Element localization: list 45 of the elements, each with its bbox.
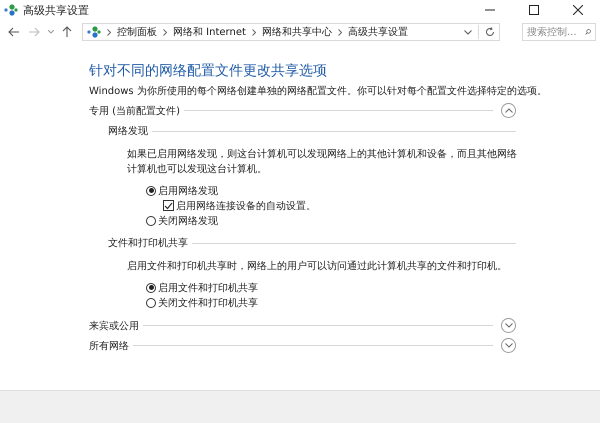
radio-button[interactable] bbox=[146, 298, 156, 308]
page-heading: 针对不同的网络配置文件更改共享选项 bbox=[89, 62, 328, 80]
checkbox[interactable] bbox=[163, 200, 174, 211]
option-label[interactable]: 启用网络发现 bbox=[158, 184, 218, 198]
section-title: 文件和打印机共享 bbox=[108, 236, 188, 250]
expand-button[interactable] bbox=[501, 338, 516, 353]
description-text: Windows 为你所使用的每个网络创建单独的网络配置文件。你可以针对每个配置文件选择特定的选项。 bbox=[89, 84, 547, 98]
network-icon bbox=[87, 26, 101, 38]
expand-button[interactable] bbox=[501, 318, 516, 333]
section-description: 启用文件和打印机共享时，网络上的用户可以访问通过此计算机共享的文件和打印机。 bbox=[127, 260, 508, 274]
refresh-icon[interactable] bbox=[485, 27, 495, 37]
caret-icon[interactable] bbox=[464, 30, 472, 34]
option-label[interactable]: 关闭文件和打印机共享 bbox=[158, 296, 258, 310]
chevron-icon bbox=[504, 108, 512, 113]
chevron-icon bbox=[252, 28, 256, 36]
option-label[interactable]: 启用文件和打印机共享 bbox=[158, 280, 258, 294]
radio-button[interactable] bbox=[146, 282, 156, 292]
radio-button[interactable] bbox=[146, 186, 156, 196]
back-arrow-icon[interactable] bbox=[8, 27, 20, 37]
chevron-icon bbox=[107, 28, 111, 36]
chevron-icon bbox=[338, 28, 342, 36]
breadcrumb-item[interactable]: 控制面板 bbox=[117, 25, 157, 39]
option-label[interactable]: 启用网络连接设备的自动设置。 bbox=[176, 198, 316, 212]
chevron-icon bbox=[504, 323, 512, 328]
up-arrow-icon[interactable] bbox=[62, 26, 72, 38]
chevron-icon bbox=[504, 343, 512, 348]
window-title: 高级共享设置 bbox=[23, 2, 89, 18]
breadcrumb-item[interactable]: 网络和共享中心 bbox=[262, 25, 332, 39]
profile-title: 所有网络 bbox=[89, 340, 129, 352]
close-icon bbox=[573, 5, 583, 15]
breadcrumb-item[interactable]: 高级共享设置 bbox=[348, 25, 408, 39]
network-icon bbox=[4, 4, 18, 16]
address-field[interactable]: 控制面板 网络和 Internet 网络和共享中心 高级共享设置 bbox=[82, 23, 500, 41]
breadcrumb-item[interactable]: 网络和 Internet bbox=[173, 25, 246, 39]
chevron-icon bbox=[163, 28, 167, 36]
section-description: 如果已启用网络发现，则这台计算机可以发现网络上的其他计算机和设备，而且其他网络计算机也可以发现这台计算机。 bbox=[127, 148, 518, 177]
maximize-icon bbox=[529, 5, 539, 15]
profile-title: 专用 (当前配置文件) bbox=[89, 104, 180, 118]
collapse-button[interactable] bbox=[501, 103, 516, 118]
search-icon bbox=[585, 27, 591, 37]
search-field[interactable]: 搜索控制... bbox=[522, 23, 596, 41]
section-title: 网络发现 bbox=[108, 125, 148, 138]
option-label[interactable]: 关闭网络发现 bbox=[158, 214, 218, 228]
radio-button[interactable] bbox=[146, 216, 156, 226]
profile-title: 来宾或公用 bbox=[89, 320, 139, 332]
